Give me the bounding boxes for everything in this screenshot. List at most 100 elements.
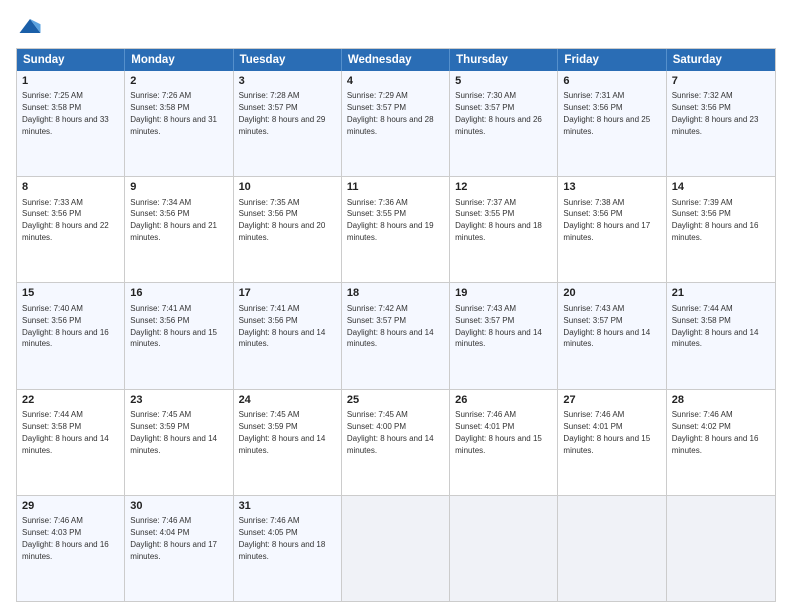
day-number: 19 (455, 286, 552, 301)
day-cell-2: 2 Sunrise: 7:26 AMSunset: 3:58 PMDayligh… (125, 71, 233, 176)
day-info: Sunrise: 7:43 AMSunset: 3:57 PMDaylight:… (563, 304, 650, 349)
day-cell-10: 10 Sunrise: 7:35 AMSunset: 3:56 PMDaylig… (234, 177, 342, 282)
day-cell-27: 27 Sunrise: 7:46 AMSunset: 4:01 PMDaylig… (558, 390, 666, 495)
day-info: Sunrise: 7:46 AMSunset: 4:04 PMDaylight:… (130, 516, 217, 561)
empty-cell (558, 496, 666, 601)
calendar-row-1: 8 Sunrise: 7:33 AMSunset: 3:56 PMDayligh… (17, 176, 775, 282)
logo-icon (16, 12, 44, 40)
day-number: 9 (130, 180, 227, 195)
day-info: Sunrise: 7:37 AMSunset: 3:55 PMDaylight:… (455, 198, 542, 243)
weekday-header-wednesday: Wednesday (342, 49, 450, 71)
calendar-row-0: 1 Sunrise: 7:25 AMSunset: 3:58 PMDayligh… (17, 71, 775, 176)
day-number: 3 (239, 74, 336, 89)
day-info: Sunrise: 7:28 AMSunset: 3:57 PMDaylight:… (239, 91, 326, 136)
day-info: Sunrise: 7:30 AMSunset: 3:57 PMDaylight:… (455, 91, 542, 136)
day-cell-7: 7 Sunrise: 7:32 AMSunset: 3:56 PMDayligh… (667, 71, 775, 176)
weekday-header-sunday: Sunday (17, 49, 125, 71)
day-cell-14: 14 Sunrise: 7:39 AMSunset: 3:56 PMDaylig… (667, 177, 775, 282)
day-number: 24 (239, 393, 336, 408)
day-info: Sunrise: 7:45 AMSunset: 4:00 PMDaylight:… (347, 410, 434, 455)
weekday-header-monday: Monday (125, 49, 233, 71)
day-cell-20: 20 Sunrise: 7:43 AMSunset: 3:57 PMDaylig… (558, 283, 666, 388)
day-number: 23 (130, 393, 227, 408)
day-info: Sunrise: 7:40 AMSunset: 3:56 PMDaylight:… (22, 304, 109, 349)
day-info: Sunrise: 7:41 AMSunset: 3:56 PMDaylight:… (239, 304, 326, 349)
day-info: Sunrise: 7:26 AMSunset: 3:58 PMDaylight:… (130, 91, 217, 136)
day-cell-15: 15 Sunrise: 7:40 AMSunset: 3:56 PMDaylig… (17, 283, 125, 388)
day-cell-25: 25 Sunrise: 7:45 AMSunset: 4:00 PMDaylig… (342, 390, 450, 495)
day-number: 30 (130, 499, 227, 514)
day-info: Sunrise: 7:46 AMSunset: 4:02 PMDaylight:… (672, 410, 759, 455)
weekday-header-thursday: Thursday (450, 49, 558, 71)
day-info: Sunrise: 7:45 AMSunset: 3:59 PMDaylight:… (239, 410, 326, 455)
day-number: 16 (130, 286, 227, 301)
day-number: 25 (347, 393, 444, 408)
day-number: 8 (22, 180, 119, 195)
day-info: Sunrise: 7:46 AMSunset: 4:03 PMDaylight:… (22, 516, 109, 561)
day-info: Sunrise: 7:38 AMSunset: 3:56 PMDaylight:… (563, 198, 650, 243)
day-cell-28: 28 Sunrise: 7:46 AMSunset: 4:02 PMDaylig… (667, 390, 775, 495)
weekday-header-saturday: Saturday (667, 49, 775, 71)
day-cell-16: 16 Sunrise: 7:41 AMSunset: 3:56 PMDaylig… (125, 283, 233, 388)
day-cell-4: 4 Sunrise: 7:29 AMSunset: 3:57 PMDayligh… (342, 71, 450, 176)
day-number: 17 (239, 286, 336, 301)
day-number: 12 (455, 180, 552, 195)
day-cell-31: 31 Sunrise: 7:46 AMSunset: 4:05 PMDaylig… (234, 496, 342, 601)
day-info: Sunrise: 7:46 AMSunset: 4:05 PMDaylight:… (239, 516, 326, 561)
day-cell-29: 29 Sunrise: 7:46 AMSunset: 4:03 PMDaylig… (17, 496, 125, 601)
calendar-body: 1 Sunrise: 7:25 AMSunset: 3:58 PMDayligh… (17, 71, 775, 601)
day-cell-19: 19 Sunrise: 7:43 AMSunset: 3:57 PMDaylig… (450, 283, 558, 388)
weekday-header-friday: Friday (558, 49, 666, 71)
calendar-row-4: 29 Sunrise: 7:46 AMSunset: 4:03 PMDaylig… (17, 495, 775, 601)
day-number: 13 (563, 180, 660, 195)
header (16, 12, 776, 40)
day-info: Sunrise: 7:45 AMSunset: 3:59 PMDaylight:… (130, 410, 217, 455)
day-info: Sunrise: 7:34 AMSunset: 3:56 PMDaylight:… (130, 198, 217, 243)
day-info: Sunrise: 7:44 AMSunset: 3:58 PMDaylight:… (672, 304, 759, 349)
logo (16, 12, 48, 40)
day-cell-11: 11 Sunrise: 7:36 AMSunset: 3:55 PMDaylig… (342, 177, 450, 282)
day-cell-30: 30 Sunrise: 7:46 AMSunset: 4:04 PMDaylig… (125, 496, 233, 601)
day-info: Sunrise: 7:33 AMSunset: 3:56 PMDaylight:… (22, 198, 109, 243)
day-number: 18 (347, 286, 444, 301)
day-info: Sunrise: 7:32 AMSunset: 3:56 PMDaylight:… (672, 91, 759, 136)
day-number: 5 (455, 74, 552, 89)
day-cell-1: 1 Sunrise: 7:25 AMSunset: 3:58 PMDayligh… (17, 71, 125, 176)
day-cell-9: 9 Sunrise: 7:34 AMSunset: 3:56 PMDayligh… (125, 177, 233, 282)
day-number: 15 (22, 286, 119, 301)
day-number: 21 (672, 286, 770, 301)
day-number: 10 (239, 180, 336, 195)
weekday-header-tuesday: Tuesday (234, 49, 342, 71)
empty-cell (667, 496, 775, 601)
day-info: Sunrise: 7:42 AMSunset: 3:57 PMDaylight:… (347, 304, 434, 349)
day-number: 28 (672, 393, 770, 408)
day-info: Sunrise: 7:46 AMSunset: 4:01 PMDaylight:… (563, 410, 650, 455)
day-number: 4 (347, 74, 444, 89)
day-cell-8: 8 Sunrise: 7:33 AMSunset: 3:56 PMDayligh… (17, 177, 125, 282)
empty-cell (342, 496, 450, 601)
day-number: 31 (239, 499, 336, 514)
page: SundayMondayTuesdayWednesdayThursdayFrid… (0, 0, 792, 612)
day-cell-23: 23 Sunrise: 7:45 AMSunset: 3:59 PMDaylig… (125, 390, 233, 495)
day-info: Sunrise: 7:35 AMSunset: 3:56 PMDaylight:… (239, 198, 326, 243)
day-cell-22: 22 Sunrise: 7:44 AMSunset: 3:58 PMDaylig… (17, 390, 125, 495)
day-cell-3: 3 Sunrise: 7:28 AMSunset: 3:57 PMDayligh… (234, 71, 342, 176)
day-info: Sunrise: 7:44 AMSunset: 3:58 PMDaylight:… (22, 410, 109, 455)
calendar-row-3: 22 Sunrise: 7:44 AMSunset: 3:58 PMDaylig… (17, 389, 775, 495)
day-info: Sunrise: 7:29 AMSunset: 3:57 PMDaylight:… (347, 91, 434, 136)
day-number: 6 (563, 74, 660, 89)
calendar-row-2: 15 Sunrise: 7:40 AMSunset: 3:56 PMDaylig… (17, 282, 775, 388)
day-cell-21: 21 Sunrise: 7:44 AMSunset: 3:58 PMDaylig… (667, 283, 775, 388)
day-cell-26: 26 Sunrise: 7:46 AMSunset: 4:01 PMDaylig… (450, 390, 558, 495)
day-cell-24: 24 Sunrise: 7:45 AMSunset: 3:59 PMDaylig… (234, 390, 342, 495)
calendar: SundayMondayTuesdayWednesdayThursdayFrid… (16, 48, 776, 602)
day-cell-18: 18 Sunrise: 7:42 AMSunset: 3:57 PMDaylig… (342, 283, 450, 388)
day-number: 26 (455, 393, 552, 408)
day-info: Sunrise: 7:36 AMSunset: 3:55 PMDaylight:… (347, 198, 434, 243)
day-number: 29 (22, 499, 119, 514)
day-number: 1 (22, 74, 119, 89)
day-cell-17: 17 Sunrise: 7:41 AMSunset: 3:56 PMDaylig… (234, 283, 342, 388)
day-cell-13: 13 Sunrise: 7:38 AMSunset: 3:56 PMDaylig… (558, 177, 666, 282)
calendar-header: SundayMondayTuesdayWednesdayThursdayFrid… (17, 49, 775, 71)
day-info: Sunrise: 7:41 AMSunset: 3:56 PMDaylight:… (130, 304, 217, 349)
